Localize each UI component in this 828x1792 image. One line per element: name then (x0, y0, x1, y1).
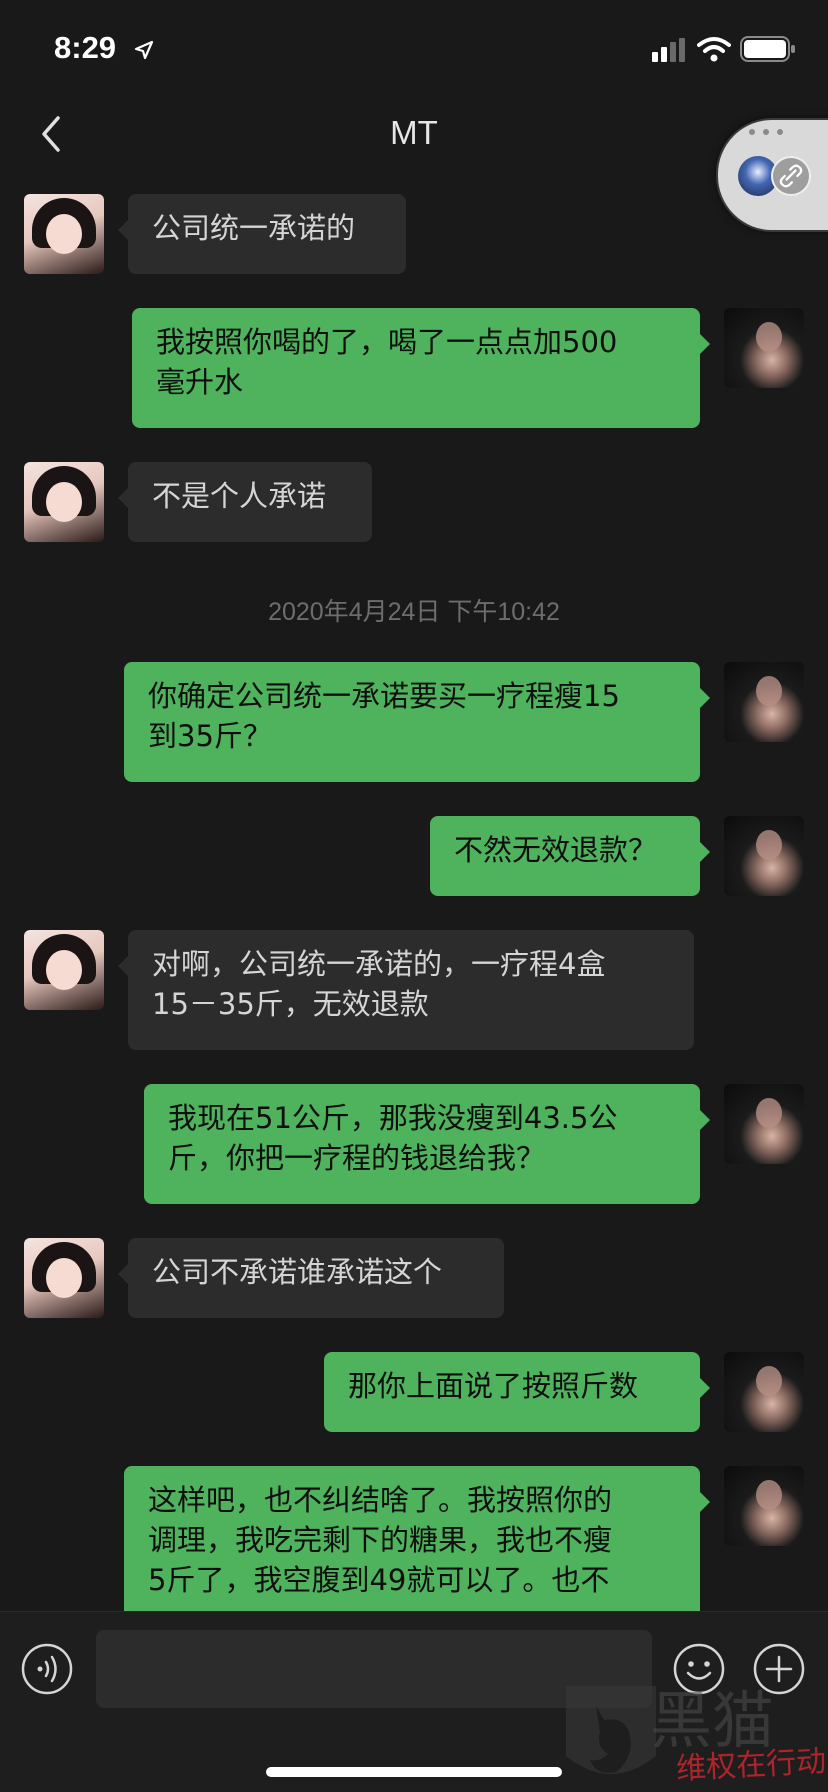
chat-screen: 8:29 MT 公司统一承诺的 我按照你喝的了，喝了一点点加500 毫升水 不是… (0, 0, 828, 1792)
battery-icon (740, 36, 795, 62)
contact-avatar[interactable] (24, 930, 104, 1010)
watermark-caption: 维权在行动 (675, 1744, 827, 1787)
message-bubble-outgoing[interactable]: 那你上面说了按照斤数 (324, 1352, 710, 1432)
message-line: 15－35斤，无效退款 (152, 987, 429, 1021)
message-line: 毫升水 (156, 365, 244, 399)
message-line: 我按照你喝的了，喝了一点点加500 (156, 325, 618, 359)
message-bubble-incoming[interactable]: 公司不承诺谁承诺这个 (118, 1238, 504, 1318)
my-avatar[interactable] (724, 662, 804, 742)
message-line: 那你上面说了按照斤数 (348, 1369, 639, 1403)
status-bar: 8:29 (0, 0, 828, 96)
my-avatar[interactable] (724, 1466, 804, 1546)
message-line: 公司不承诺谁承诺这个 (152, 1255, 443, 1289)
contact-avatar[interactable] (24, 462, 104, 542)
message-line: 不然无效退款？ (454, 833, 658, 867)
status-time: 8:29 (54, 30, 117, 65)
contact-avatar[interactable] (24, 1238, 104, 1318)
more-dots-icon (749, 129, 783, 135)
message-line: 到35斤？ (148, 719, 272, 753)
home-indicator[interactable] (266, 1767, 562, 1777)
message-bubble-outgoing[interactable]: 我现在51公斤，那我没瘦到43.5公 斤，你把一疗程的钱退给我？ (144, 1084, 710, 1204)
link-icon (771, 156, 811, 196)
floating-window-capsule[interactable] (716, 118, 828, 232)
my-avatar[interactable] (724, 1352, 804, 1432)
nav-bar: MT (0, 96, 828, 172)
message-line: 调理，我吃完剩下的糖果，我也不瘦 (148, 1523, 613, 1557)
message-bubble-outgoing[interactable]: 不然无效退款？ (430, 816, 710, 896)
message-bubble-incoming[interactable]: 对啊，公司统一承诺的，一疗程4盒 15－35斤，无效退款 (118, 930, 694, 1050)
message-line: 斤，你把一疗程的钱退给我？ (168, 1141, 546, 1175)
message-bubble-incoming[interactable]: 公司统一承诺的 (118, 194, 406, 274)
my-avatar[interactable] (724, 308, 804, 388)
message-line: 对啊，公司统一承诺的，一疗程4盒 (152, 947, 606, 981)
message-line: 不是个人承诺 (152, 479, 327, 513)
signal-icon (652, 38, 685, 62)
message-bubble-outgoing[interactable]: 我按照你喝的了，喝了一点点加500 毫升水 (132, 308, 710, 428)
message-line: 这样吧，也不纠结啥了。我按照你的 (148, 1483, 613, 1517)
wifi-icon (697, 37, 731, 62)
message-line: 5斤了，我空腹到49就可以了。也不 (148, 1563, 610, 1597)
chat-title: MT (390, 114, 438, 151)
my-avatar[interactable] (724, 1084, 804, 1164)
voice-icon[interactable] (20, 1642, 74, 1696)
location-arrow-icon (134, 40, 154, 60)
message-bubble-outgoing[interactable]: 你确定公司统一承诺要买一疗程瘦15 到35斤？ (124, 662, 710, 782)
contact-avatar[interactable] (24, 194, 104, 274)
message-line: 公司统一承诺的 (152, 211, 356, 245)
message-line: 我现在51公斤，那我没瘦到43.5公 (168, 1101, 618, 1135)
chat-timestamp: 2020年4月24日 下午10:42 (268, 598, 560, 626)
message-bubble-incoming[interactable]: 不是个人承诺 (118, 462, 372, 542)
message-line: 你确定公司统一承诺要买一疗程瘦15 (148, 679, 620, 713)
my-avatar[interactable] (724, 816, 804, 896)
